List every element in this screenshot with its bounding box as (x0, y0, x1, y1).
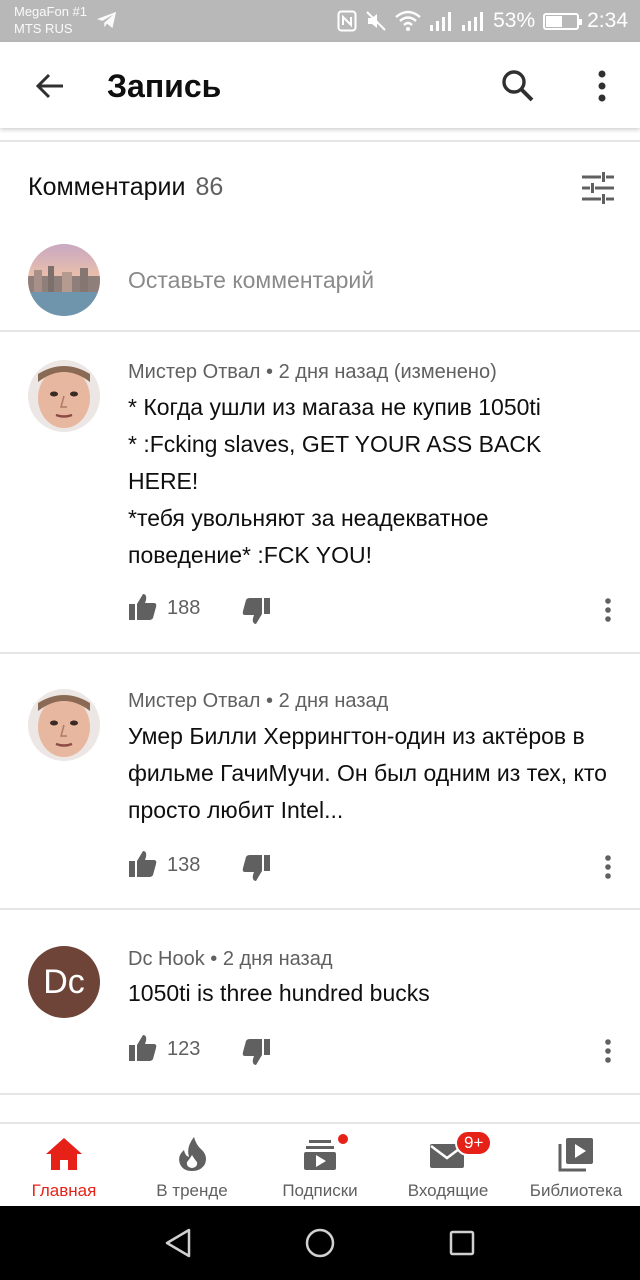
trending-flame-icon (179, 1137, 206, 1171)
status-bar: MegaFon #1 MTS RUS 53% 2:34 (0, 0, 640, 42)
comment-avatar[interactable] (28, 689, 100, 761)
comment-avatar[interactable]: Dc (28, 946, 100, 1018)
more-vert-icon (605, 1039, 611, 1063)
comment-time: 2 дня назад (278, 690, 389, 712)
status-icons: 53% 2:34 (337, 7, 628, 35)
comment-author[interactable]: Dc Hook (128, 948, 205, 970)
more-vert-icon (598, 70, 606, 102)
circle-home-icon (305, 1228, 335, 1258)
nfc-icon (337, 10, 357, 32)
page-title: Запись (107, 68, 222, 104)
subscriptions-icon (304, 1140, 336, 1170)
more-options-button[interactable] (580, 64, 624, 108)
thumb-up-icon (129, 851, 157, 877)
comment-avatar[interactable] (28, 360, 100, 432)
add-comment-input[interactable]: Оставьте комментарий (128, 264, 608, 296)
nav-label: Главная (31, 1181, 97, 1200)
app-bar: Запись (0, 42, 640, 128)
nav-item-trending[interactable]: В тренде (128, 1124, 256, 1208)
like-count: 188 (167, 597, 201, 619)
comment-meta: Dc Hook • 2 дня назад (128, 948, 333, 970)
dislike-button[interactable] (241, 1037, 271, 1067)
nav-item-library[interactable]: Библиотека (512, 1124, 640, 1208)
like-count: 138 (167, 854, 201, 876)
nav-label: Входящие (407, 1181, 489, 1200)
thumb-up-icon (129, 1035, 157, 1061)
comment-text: 1050ti is three hundred bucks (128, 980, 430, 1006)
divider (0, 652, 640, 654)
home-icon (46, 1138, 82, 1170)
thumb-down-icon (242, 1039, 270, 1065)
comments-count: 86 (195, 173, 224, 201)
comment-time: 2 дня назад (изменено) (278, 361, 497, 383)
comment-more-button[interactable] (594, 594, 622, 626)
section-divider (0, 140, 640, 142)
telegram-icon (97, 11, 117, 29)
avatar-letters: Dc (43, 962, 85, 1001)
thumb-up-icon (129, 594, 157, 620)
clock: 2:34 (587, 9, 628, 32)
more-vert-icon (605, 598, 611, 622)
nav-label: Библиотека (529, 1181, 623, 1200)
system-navigation-bar (0, 1206, 640, 1280)
nav-item-home[interactable]: Главная (0, 1124, 128, 1208)
arrow-left-icon (35, 73, 63, 99)
divider (0, 1093, 640, 1095)
divider (0, 330, 640, 332)
comment-author[interactable]: Мистер Отвал (128, 690, 260, 712)
like-button[interactable] (128, 592, 158, 622)
comment-more-button[interactable] (594, 851, 622, 883)
battery-percent: 53% (493, 9, 536, 32)
bottom-navigation: Главная В тренде Подписки 9+ Входящие Би… (0, 1122, 640, 1206)
nav-item-inbox[interactable]: 9+ Входящие (384, 1124, 512, 1208)
comments-header: Комментарии 86 (28, 170, 223, 204)
search-icon (502, 70, 534, 102)
wifi-icon (395, 10, 421, 31)
comment-meta: Мистер Отвал • 2 дня назад (128, 690, 389, 712)
thumb-down-icon (242, 855, 270, 881)
system-back-button[interactable] (158, 1223, 198, 1263)
system-home-button[interactable] (300, 1223, 340, 1263)
search-button[interactable] (496, 64, 540, 108)
nav-label: Подписки (282, 1181, 358, 1200)
signal-icon-sim1 (430, 12, 452, 31)
comment-text: Умер Билли Херрингтон-один из актёров в … (128, 723, 607, 823)
battery-icon (543, 12, 583, 30)
carrier-line-2: MTS RUS (14, 21, 73, 36)
sort-comments-button[interactable] (576, 166, 620, 210)
dislike-button[interactable] (241, 853, 271, 883)
like-count: 123 (167, 1038, 201, 1060)
comment-text: * Когда ушли из магаза не купив 1050ti *… (128, 394, 542, 568)
nav-label: В тренде (156, 1181, 228, 1200)
my-avatar (28, 244, 100, 316)
square-recents-icon (449, 1230, 475, 1256)
signal-icon-sim2 (462, 12, 484, 31)
comment-meta: Мистер Отвал • 2 дня назад (изменено) (128, 361, 497, 383)
like-button[interactable] (128, 1033, 158, 1063)
dislike-button[interactable] (241, 596, 271, 626)
like-button[interactable] (128, 849, 158, 879)
nav-item-subscriptions[interactable]: Подписки (256, 1124, 384, 1208)
sort-sliders-icon (582, 172, 614, 204)
carrier-info: MegaFon #1 MTS RUS (14, 3, 87, 37)
comment-author[interactable]: Мистер Отвал (128, 361, 260, 383)
system-recents-button[interactable] (442, 1223, 482, 1263)
inbox-badge-count: 9+ (455, 1130, 493, 1156)
subscriptions-badge-dot (336, 1132, 350, 1146)
comment-time: 2 дня назад (222, 948, 333, 970)
comment-more-button[interactable] (594, 1035, 622, 1067)
back-button[interactable] (28, 64, 72, 108)
mute-icon (366, 11, 386, 31)
triangle-back-icon (165, 1228, 191, 1258)
more-vert-icon (605, 855, 611, 879)
divider (0, 908, 640, 910)
comments-label: Комментарии (28, 173, 186, 201)
library-icon (558, 1138, 593, 1172)
carrier-line-1: MegaFon #1 (14, 4, 87, 19)
thumb-down-icon (242, 598, 270, 624)
